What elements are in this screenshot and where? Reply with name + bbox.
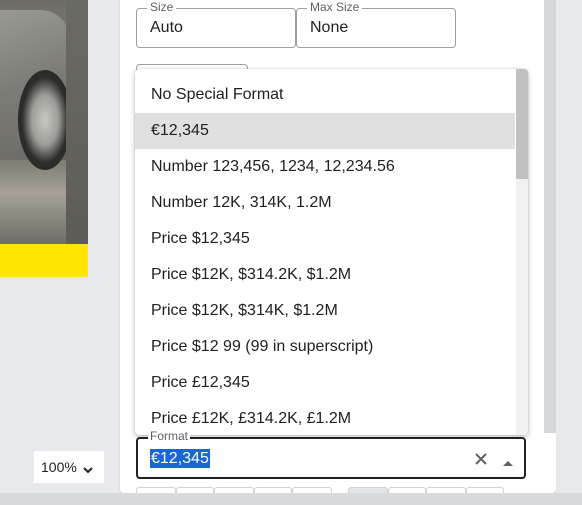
arrow-up-icon[interactable] [501, 455, 515, 466]
format-label: Format [148, 429, 191, 443]
size-field[interactable]: Size Auto [136, 0, 296, 48]
max-size-value: None [310, 19, 349, 36]
chevron-down-icon [83, 462, 93, 474]
canvas-area: 100% [0, 0, 105, 487]
size-value: Auto [150, 19, 183, 36]
panel-scrollbar[interactable] [544, 0, 556, 433]
outer-margin [556, 0, 582, 493]
option-number-short[interactable]: Number 12K, 314K, 1.2M [135, 185, 515, 221]
zoom-value: 100% [41, 459, 77, 475]
max-size-field[interactable]: Max Size None [296, 0, 456, 48]
format-field[interactable]: Format €12,345 [136, 430, 526, 479]
option-price-dollar[interactable]: Price $12,345 [135, 221, 515, 257]
option-no-special-format[interactable]: No Special Format [135, 77, 515, 113]
window-bottom-bar [0, 493, 582, 505]
option-price-superscript[interactable]: Price $12 99 (99 in superscript) [135, 329, 515, 365]
option-price-pound[interactable]: Price £12,345 [135, 365, 515, 401]
option-price-dollar-short[interactable]: Price $12K, $314K, $1.2M [135, 293, 515, 329]
close-icon[interactable] [472, 450, 490, 468]
option-euro-12345[interactable]: €12,345 [135, 113, 515, 149]
menu-scrollbar-thumb[interactable] [516, 69, 528, 179]
car-photo [0, 0, 88, 244]
option-price-pound-short[interactable]: Price £12K, £314.2K, £1.2M [135, 401, 515, 435]
format-input[interactable]: €12,345 [150, 449, 210, 468]
format-dropdown-menu: No Special Format €12,345 Number 123,456… [135, 69, 528, 435]
yellow-banner [0, 244, 88, 277]
option-number-full[interactable]: Number 123,456, 1234, 12,234.56 [135, 149, 515, 185]
max-size-label: Max Size [307, 0, 363, 14]
zoom-selector[interactable]: 100% [34, 451, 104, 483]
option-price-dollar-short-decimal[interactable]: Price $12K, $314.2K, $1.2M [135, 257, 515, 293]
size-label: Size [147, 0, 177, 14]
